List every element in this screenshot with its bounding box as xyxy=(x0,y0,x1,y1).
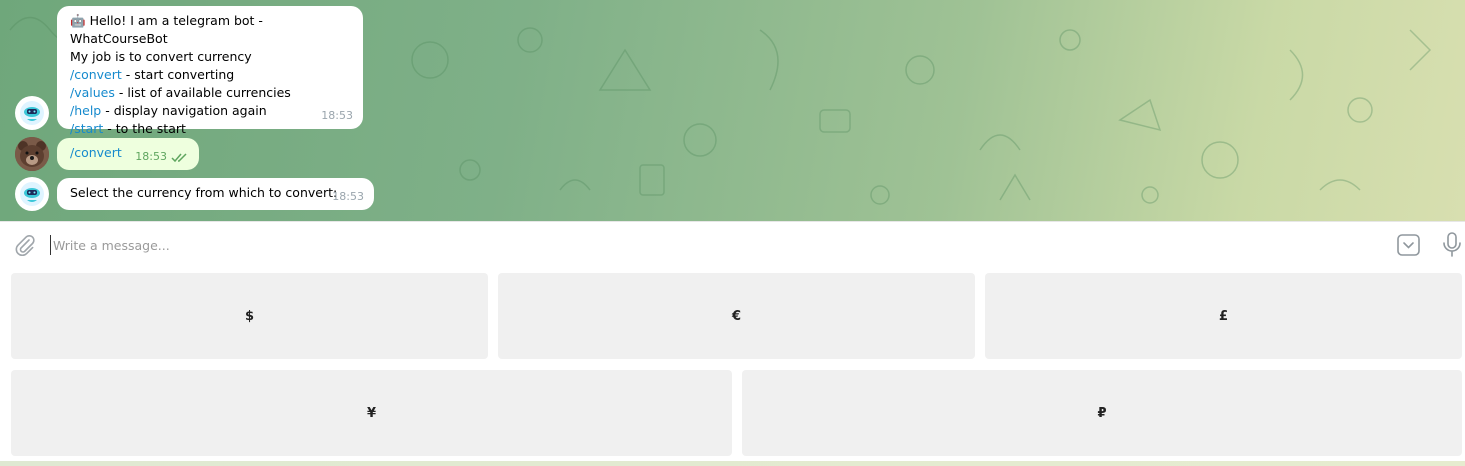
message-time: 18:53 xyxy=(321,109,353,122)
paperclip-icon[interactable] xyxy=(14,234,36,256)
bear-avatar xyxy=(15,137,49,171)
user-message: /convert 18:53 xyxy=(57,138,199,170)
robot-emoji-icon: 🤖 xyxy=(70,13,86,28)
message-line: /help - display navigation again xyxy=(70,103,267,118)
currency-button-euro[interactable]: € xyxy=(498,273,975,359)
message-line: 🤖 Hello! I am a telegram bot - WhatCours… xyxy=(70,13,263,46)
message-line: /values - list of available currencies xyxy=(70,85,291,100)
bottom-edge xyxy=(0,461,1465,466)
message-composer xyxy=(0,221,1465,267)
message-line: My job is to convert currency xyxy=(70,49,252,64)
message-input[interactable] xyxy=(50,235,1350,255)
bot-avatar[interactable] xyxy=(15,177,49,211)
currency-button-pound[interactable]: £ xyxy=(985,273,1462,359)
keyboard-toggle-icon[interactable] xyxy=(1397,234,1420,256)
robot-icon xyxy=(20,182,44,206)
double-check-icon xyxy=(171,153,187,163)
message-time: 18:53 xyxy=(135,150,167,163)
message-time: 18:53 xyxy=(332,190,364,203)
message-line: /convert - start converting xyxy=(70,67,235,82)
command-link-convert[interactable]: /convert xyxy=(70,67,122,82)
chat-history: 🤖 Hello! I am a telegram bot - WhatCours… xyxy=(0,0,1465,221)
bot-message-welcome: 🤖 Hello! I am a telegram bot - WhatCours… xyxy=(57,6,363,136)
currency-button-dollar[interactable]: $ xyxy=(11,273,488,359)
command-link-help[interactable]: /help xyxy=(70,103,101,118)
user-avatar[interactable] xyxy=(15,137,49,171)
microphone-icon[interactable] xyxy=(1442,232,1462,258)
command-link-convert-sent[interactable]: /convert xyxy=(70,145,122,160)
bot-message-select-currency: Select the currency from which to conver… xyxy=(57,178,374,210)
bot-avatar[interactable] xyxy=(15,96,49,130)
robot-icon xyxy=(20,101,44,125)
message-line: /start - to the start xyxy=(70,121,186,136)
command-link-values[interactable]: /values xyxy=(70,85,115,100)
reply-keyboard: $ € £ ¥ ₽ xyxy=(0,267,1465,466)
currency-button-ruble[interactable]: ₽ xyxy=(742,370,1462,456)
currency-button-yen[interactable]: ¥ xyxy=(11,370,732,456)
command-link-start[interactable]: /start xyxy=(70,121,103,136)
